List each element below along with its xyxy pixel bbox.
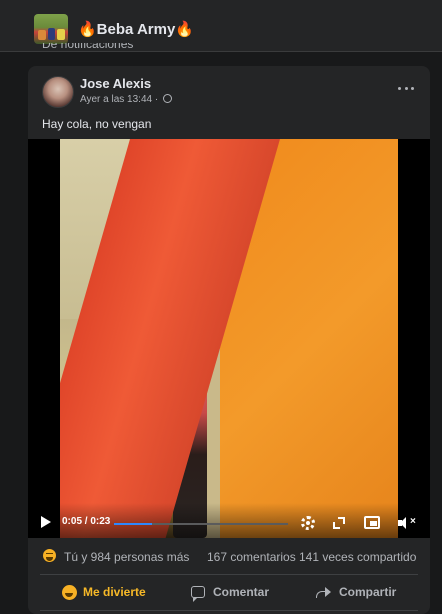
group-header: 🔥Beba Army🔥 De notificaciones [0, 0, 442, 52]
post-stats: Tú y 984 personas más 167 comentarios 14… [28, 538, 430, 574]
globe-icon [163, 94, 172, 103]
post-text: Hay cola, no vengan [42, 117, 152, 131]
share-button-label: Compartir [339, 585, 397, 599]
comment-icon [191, 586, 205, 602]
haha-reaction-icon[interactable] [42, 548, 57, 563]
comment-button-label: Comentar [213, 585, 270, 599]
divider [40, 574, 418, 575]
divider [40, 610, 418, 611]
post-actions: Me divierte Comentar Compartir [28, 576, 430, 608]
react-button-label: Me divierte [83, 585, 146, 599]
share-icon [316, 586, 332, 598]
shares-count[interactable]: 141 veces compartido [299, 550, 416, 564]
pip-icon[interactable] [364, 516, 380, 529]
comment-button[interactable]: Comentar [191, 576, 269, 608]
more-options-icon[interactable] [394, 80, 418, 96]
facebook-page: 🔥Beba Army🔥 De notificaciones Jose Alexi… [0, 0, 442, 614]
video-time: 0:05 / 0:23 [62, 516, 111, 527]
comments-count[interactable]: 167 comentarios [207, 550, 296, 564]
meta-separator: · [154, 94, 159, 105]
group-name[interactable]: 🔥Beba Army🔥 [78, 20, 194, 38]
group-thumbnail[interactable] [34, 14, 68, 44]
video-player[interactable]: 0:05 / 0:23 × [28, 139, 430, 538]
post-card: Jose Alexis Ayer a las 13:44 · Hay cola,… [28, 66, 430, 614]
post-time[interactable]: Ayer a las 13:44 [80, 94, 152, 105]
play-icon[interactable] [41, 516, 51, 528]
haha-icon [62, 584, 77, 600]
notification-peek-text: De notificaciones [42, 43, 134, 51]
video-progress-bar[interactable] [114, 523, 288, 525]
video-controls: 0:05 / 0:23 × [28, 503, 430, 538]
reactions-count[interactable]: Tú y 984 personas más [64, 550, 189, 564]
react-button[interactable]: Me divierte [62, 576, 146, 608]
post-meta: Ayer a las 13:44 · [80, 94, 172, 105]
mute-indicator: × [410, 516, 416, 527]
video-frame [60, 139, 398, 538]
avatar[interactable] [42, 76, 74, 108]
post-author[interactable]: Jose Alexis [80, 76, 151, 91]
expand-icon[interactable] [333, 517, 345, 529]
volume-icon[interactable] [398, 517, 408, 529]
gear-icon[interactable] [301, 516, 315, 530]
video-progress-fill [114, 523, 152, 525]
share-button[interactable]: Compartir [316, 576, 396, 608]
